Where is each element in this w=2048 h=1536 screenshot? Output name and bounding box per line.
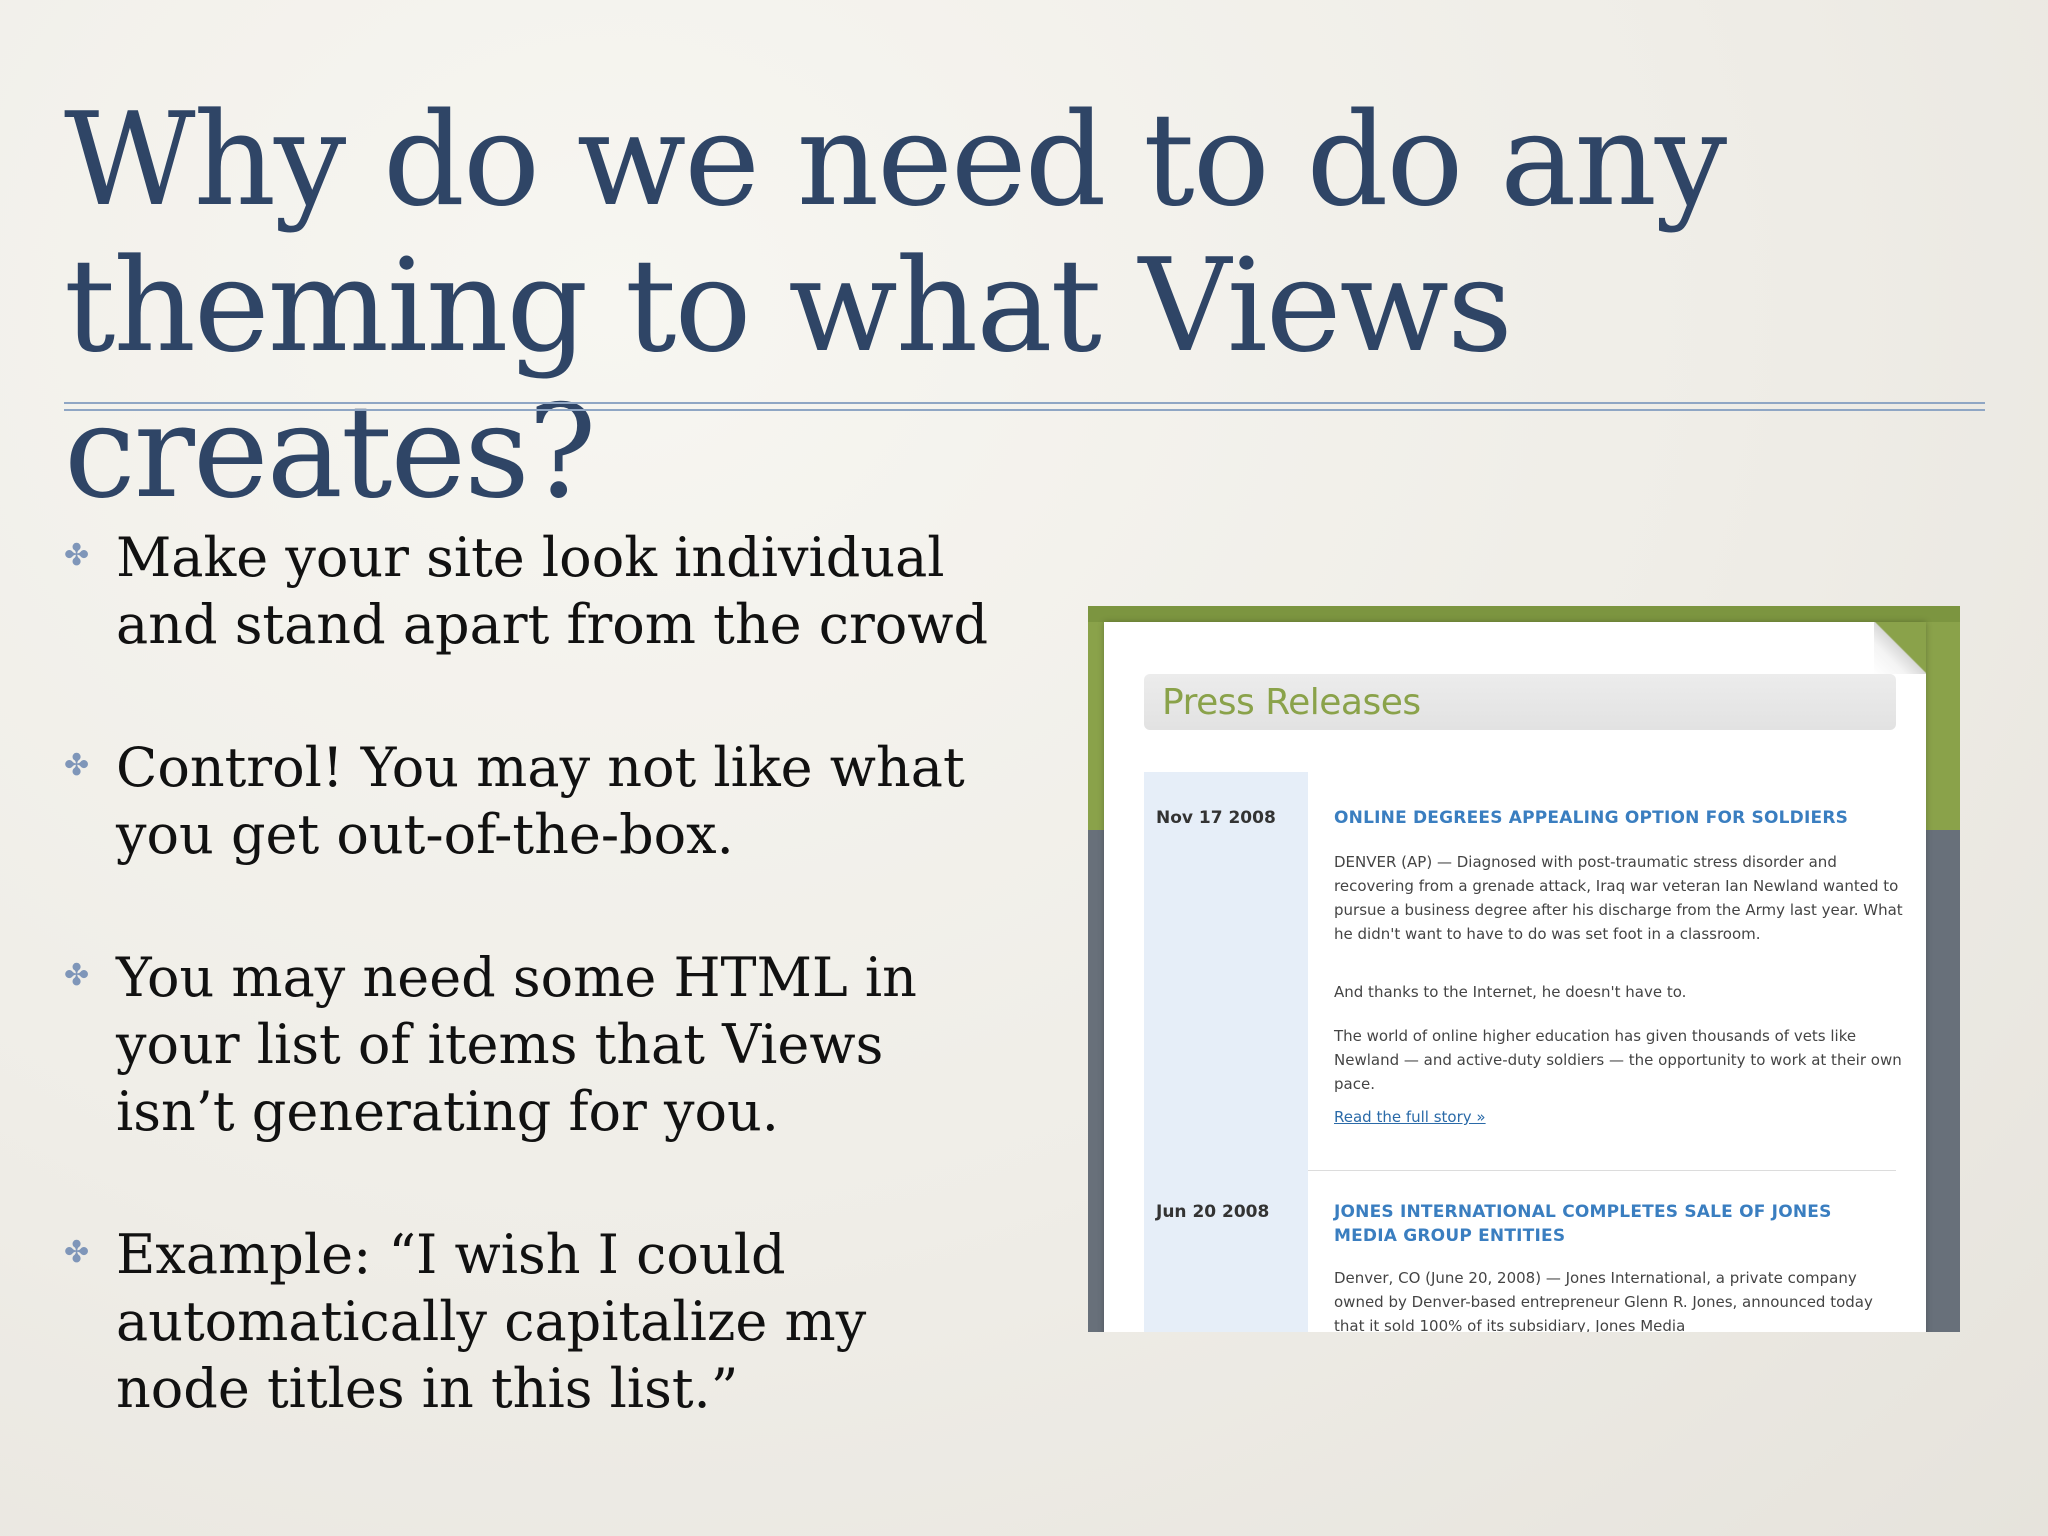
page-curl-icon: [1874, 622, 1926, 674]
bullet-item: ✤ You may need some HTML in your list of…: [64, 944, 984, 1145]
bullet-text: Make your site look individual and stand…: [116, 526, 989, 656]
bullet-list: ✤ Make your site look individual and sta…: [64, 524, 988, 1498]
bullet-text: Control! You may not like what you get o…: [116, 736, 965, 866]
bullet-flourish-icon: ✤: [64, 1235, 90, 1270]
entry-title-link[interactable]: ONLINE DEGREES APPEALING OPTION FOR SOLD…: [1334, 806, 1894, 830]
title-rule-top: [64, 402, 1985, 404]
bullet-item: ✤ Make your site look individual and sta…: [64, 524, 988, 658]
screenshot-green-top: [1088, 606, 1960, 622]
entry-paragraph: And thanks to the Internet, he doesn't h…: [1334, 983, 1687, 1001]
press-releases-screenshot: Press Releases Nov 17 2008 ONLINE DEGREE…: [1088, 606, 1960, 1332]
read-full-story-link[interactable]: Read the full story »: [1334, 1108, 1486, 1126]
entry-paragraph: DENVER (AP) — Diagnosed with post-trauma…: [1334, 853, 1903, 943]
entry-divider: [1308, 1170, 1896, 1171]
bullet-flourish-icon: ✤: [64, 958, 90, 993]
press-releases-heading: Press Releases: [1162, 682, 1421, 723]
bullet-flourish-icon: ✤: [64, 748, 90, 783]
date-column: [1144, 772, 1308, 1332]
title-rule-bottom: [64, 409, 1985, 411]
bullet-flourish-icon: ✤: [64, 538, 90, 573]
slide-title: Why do we need to do any theming to what…: [64, 86, 1727, 527]
bullet-item: ✤ Example: “I wish I could automatically…: [64, 1221, 984, 1422]
entry-title-link[interactable]: JONES INTERNATIONAL COMPLETES SALE OF JO…: [1334, 1200, 1894, 1248]
bullet-item: ✤ Control! You may not like what you get…: [64, 734, 984, 868]
entry-date: Nov 17 2008: [1156, 808, 1276, 828]
screenshot-page: Press Releases Nov 17 2008 ONLINE DEGREE…: [1104, 622, 1926, 1332]
entry-paragraph: Denver, CO (June 20, 2008) — Jones Inter…: [1334, 1269, 1873, 1332]
bullet-text: Example: “I wish I could automatically c…: [116, 1223, 867, 1420]
entry-date: Jun 20 2008: [1156, 1202, 1270, 1222]
press-releases-heading-bar: Press Releases: [1144, 674, 1896, 730]
slide: Why do we need to do any theming to what…: [0, 0, 2048, 1536]
bullet-text: You may need some HTML in your list of i…: [116, 946, 917, 1143]
entry-paragraph: The world of online higher education has…: [1334, 1027, 1902, 1093]
